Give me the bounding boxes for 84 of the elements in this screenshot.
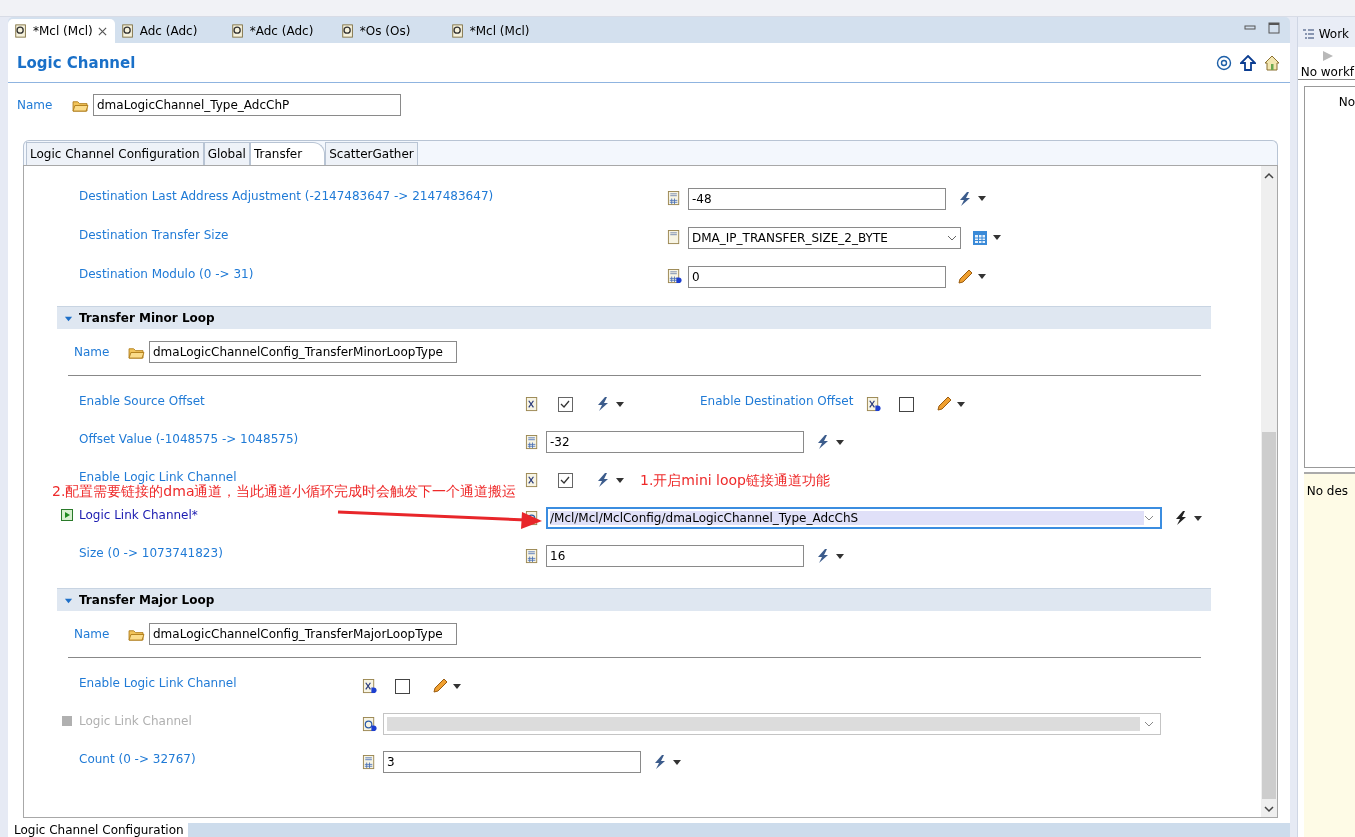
- caret-icon[interactable]: [616, 401, 624, 407]
- close-icon[interactable]: [97, 26, 107, 36]
- name-field[interactable]: dmaLogicChannelConfig_TransferMinorLoopType: [149, 341, 457, 363]
- dropdown-field[interactable]: DMA_IP_TRANSFER_SIZE_2_BYTE: [688, 226, 961, 249]
- up-arrow-icon[interactable]: [1239, 54, 1256, 71]
- caret-icon[interactable]: [957, 401, 965, 407]
- description-text: No des: [1306, 484, 1349, 498]
- caret-icon[interactable]: [978, 274, 986, 279]
- name-field[interactable]: dmaLogicChannel_Type_AdcChP: [93, 94, 401, 116]
- scroll-down-icon[interactable]: [1263, 805, 1274, 813]
- annotation-text: 2.配置需要链接的dma通道，当此通道小循环完成时会触发下一个通道搬运: [52, 483, 517, 501]
- config-tab[interactable]: Transfer: [249, 142, 326, 165]
- chevron-icon: [1144, 514, 1154, 522]
- parameter-label: Size (0 -> 1073741823): [79, 546, 223, 560]
- checkbox[interactable]: [395, 678, 410, 694]
- scroll-up-icon[interactable]: [1263, 172, 1274, 180]
- home-icon[interactable]: [1263, 54, 1280, 71]
- parameter-label: Destination Transfer Size: [79, 227, 230, 242]
- list-text: No: [1338, 95, 1355, 109]
- parameter-label: Enable Logic Link Channel: [79, 470, 237, 484]
- config-file-icon: [450, 24, 465, 38]
- list-icon: [1301, 28, 1315, 40]
- checkbox[interactable]: [899, 396, 914, 412]
- caret-icon[interactable]: [993, 235, 1001, 240]
- input-field[interactable]: 16: [546, 545, 804, 567]
- annotation-text: 1.开启mini loop链接通道功能: [640, 472, 830, 490]
- editor-tab[interactable]: Adc (Adc): [114, 19, 225, 43]
- checkbox[interactable]: [558, 472, 573, 488]
- section-header[interactable]: Transfer Minor Loop: [57, 306, 1211, 329]
- checkbox[interactable]: [558, 396, 573, 412]
- maximize-icon[interactable]: [1267, 22, 1280, 34]
- caret-icon[interactable]: [836, 439, 844, 445]
- config-tab[interactable]: ScatterGather: [325, 142, 418, 165]
- parameter-label: Count (0 -> 32767): [79, 752, 196, 766]
- editor-tab[interactable]: *Adc (Adc): [224, 19, 335, 43]
- square-icon: [61, 715, 73, 727]
- parameter-label: Logic Link Channel*: [79, 508, 198, 522]
- folder-icon: [128, 627, 145, 641]
- parameter-label: Enable Logic Link Channel: [79, 676, 237, 690]
- pencil-icon[interactable]: [936, 396, 952, 412]
- editor-tab[interactable]: *Os (Os): [334, 19, 445, 43]
- parameter-label: Logic Link Channel: [79, 714, 192, 728]
- page-title: Logic Channel: [17, 53, 136, 72]
- parameter-label: Destination Modulo (0 -> 31): [79, 266, 255, 281]
- parameter-label: Enable Destination Offset: [700, 394, 855, 408]
- status-text: No workf: [1297, 65, 1355, 80]
- config-file-icon: [230, 24, 245, 38]
- name-label: Name: [74, 627, 111, 641]
- caret-icon[interactable]: [978, 196, 986, 201]
- parameter-label: Offset Value (-1048575 -> 1048575): [79, 432, 299, 446]
- name-field[interactable]: dmaLogicChannelConfig_TransferMajorLoopType: [149, 623, 457, 645]
- editor-tab[interactable]: *Mcl (Mcl): [8, 19, 115, 43]
- pencil-icon[interactable]: [957, 268, 973, 285]
- caret-icon[interactable]: [673, 759, 681, 765]
- name-label: Name: [17, 98, 54, 112]
- scrollbar[interactable]: [1260, 166, 1277, 817]
- name-label: Name: [74, 345, 111, 359]
- section-header[interactable]: Transfer Major Loop: [57, 588, 1211, 611]
- table-icon[interactable]: [972, 229, 988, 246]
- editor-tab[interactable]: *Mcl (Mcl): [444, 19, 555, 43]
- folder-icon: [72, 98, 89, 112]
- config-file-icon: [14, 24, 28, 38]
- caret-icon[interactable]: [836, 553, 844, 559]
- parameter-label: Destination Last Address Adjustment (-2147483647 -> 2147483647): [79, 188, 495, 203]
- caret-icon[interactable]: [616, 477, 624, 483]
- reference-dropdown[interactable]: /Mcl/Mcl/MclConfig/dmaLogicChannel_Type_AdcChS: [546, 507, 1162, 529]
- config-file-icon: [120, 24, 135, 38]
- folder-icon: [128, 345, 145, 359]
- caret-icon[interactable]: [453, 683, 461, 689]
- input-field[interactable]: 3: [383, 751, 641, 773]
- config-file-icon: [340, 24, 355, 38]
- caret-icon[interactable]: [1194, 515, 1202, 521]
- pencil-icon[interactable]: [432, 678, 448, 694]
- input-field[interactable]: -32: [546, 431, 804, 453]
- play-square-icon: [61, 509, 73, 521]
- parameter-label: Enable Source Offset: [79, 394, 205, 408]
- section-title: Transfer Minor Loop: [79, 311, 215, 325]
- section-title: Transfer Major Loop: [79, 593, 215, 607]
- config-tab[interactable]: Global: [203, 142, 250, 165]
- config-tab[interactable]: Logic Channel Configuration: [26, 142, 204, 165]
- chevron-icon: [947, 233, 957, 242]
- input-field[interactable]: 0: [688, 265, 946, 288]
- input-field[interactable]: -48: [688, 187, 946, 210]
- chevron-icon: [1144, 720, 1154, 728]
